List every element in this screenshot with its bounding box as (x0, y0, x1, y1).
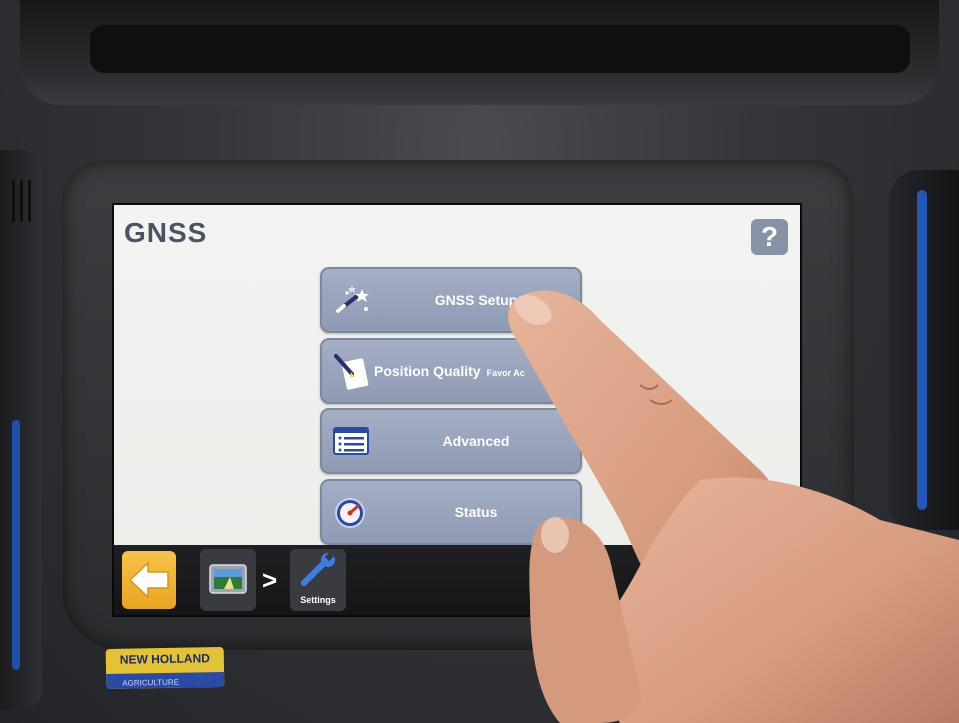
new-holland-logo: NEW HOLLAND AGRICULTURE (105, 646, 225, 690)
menu-item-label: GNSS Setup (434, 292, 518, 308)
display-screen-icon (209, 564, 247, 594)
left-grip-accent (12, 420, 20, 670)
settings-label: Settings (300, 595, 336, 605)
logo-brand-text: NEW HOLLAND (119, 651, 210, 667)
device-top-lip (20, 0, 939, 105)
speaker-vent (20, 180, 23, 222)
menu-item-label: Status (454, 504, 498, 520)
breadcrumb-separator: > (262, 565, 278, 595)
device-housing: GNSS ? GNSS Setup Position Quality Favor… (0, 0, 959, 723)
document-pen-icon (334, 354, 369, 390)
position-quality-label: Position Quality (374, 363, 481, 379)
device-top-slot (90, 25, 910, 73)
status-button[interactable]: Status (320, 479, 582, 545)
page-title: GNSS (124, 217, 208, 248)
list-icon (333, 427, 369, 455)
right-grip (889, 170, 959, 530)
logo-sub-text: AGRICULTURE (122, 677, 180, 688)
settings-button[interactable]: Settings (290, 549, 346, 611)
display-screen: GNSS ? GNSS Setup Position Quality Favor… (112, 203, 802, 617)
bottom-nav-bar: > Settings (114, 545, 800, 615)
gauge-icon (335, 498, 365, 528)
back-button[interactable] (122, 551, 176, 609)
gnss-page: GNSS ? GNSS Setup Position Quality Favor… (114, 205, 800, 545)
speaker-vent (28, 180, 31, 222)
menu-item-label: Advanced (442, 433, 510, 449)
help-button[interactable]: ? (751, 219, 788, 255)
back-arrow-icon (128, 561, 169, 599)
right-grip-accent (917, 190, 927, 510)
home-screen-button[interactable] (200, 549, 256, 611)
advanced-button[interactable]: Advanced (320, 408, 582, 474)
wrench-icon (301, 552, 335, 586)
position-quality-button[interactable]: Position Quality Favor Ac (320, 338, 582, 404)
speaker-vent (12, 180, 15, 222)
left-grip (0, 150, 42, 710)
menu-item-label: Position Quality Favor Ac (374, 340, 570, 402)
position-quality-value: Favor Ac (486, 368, 525, 378)
wand-icon (336, 285, 369, 313)
gnss-setup-button[interactable]: GNSS Setup (320, 267, 582, 333)
